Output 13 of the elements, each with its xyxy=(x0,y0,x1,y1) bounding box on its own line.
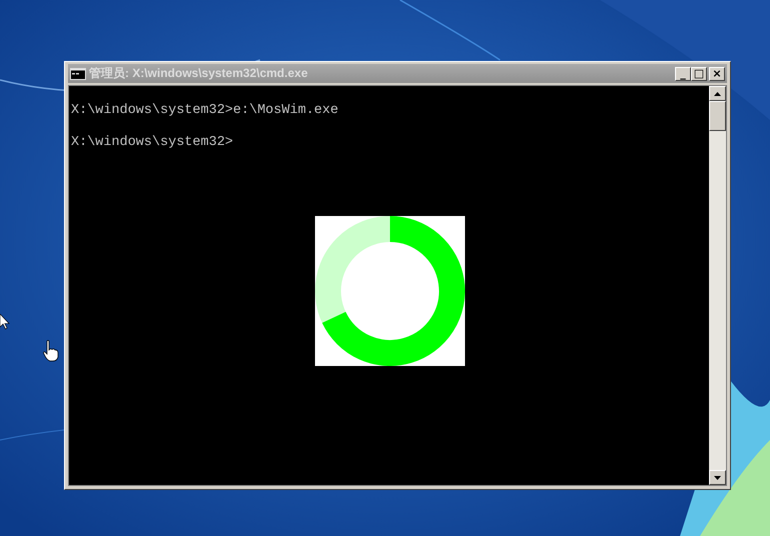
pointer-icon xyxy=(0,314,10,330)
console-line: X:\windows\system32>e:\MosWim.exe xyxy=(71,103,340,119)
console-icon xyxy=(70,68,86,80)
scrollbar[interactable] xyxy=(709,86,726,485)
scroll-thumb[interactable] xyxy=(709,101,726,131)
console-line: X:\windows\system32> xyxy=(71,135,234,151)
window-title: 管理员: X:\windows\system32\cmd.exe xyxy=(89,65,309,82)
hand-cursor-icon xyxy=(43,340,59,362)
scroll-down-icon[interactable] xyxy=(709,470,726,485)
maximize-button[interactable]: □ xyxy=(691,66,707,80)
minimize-button[interactable]: _ xyxy=(675,66,691,80)
scroll-up-icon[interactable] xyxy=(709,86,726,101)
close-button[interactable]: × xyxy=(709,66,725,80)
